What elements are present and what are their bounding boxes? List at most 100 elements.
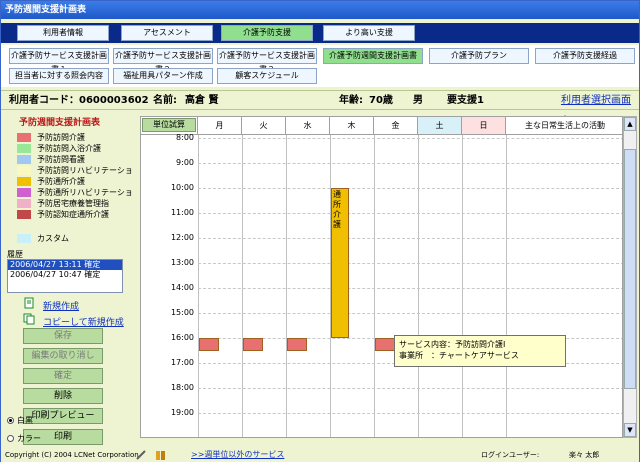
nav-care-support[interactable]: 介護予防支援 bbox=[221, 25, 313, 41]
time-label: 18:00 bbox=[170, 383, 194, 392]
tab-inquiry[interactable]: 担当者に対する照会内容 bbox=[9, 68, 109, 84]
save-button[interactable]: 保存 bbox=[23, 328, 103, 344]
copy-new-link[interactable]: コピーして新規作成 bbox=[43, 315, 124, 328]
legend-item: 予防訪問リハビリテーション bbox=[17, 166, 134, 185]
document-icon bbox=[24, 297, 34, 309]
tab-service-plan-2[interactable]: 介護予防サービス支援計画書２ bbox=[113, 48, 213, 74]
pencil-icon[interactable] bbox=[135, 449, 147, 461]
vertical-scrollbar[interactable]: ▲ ▼ bbox=[623, 116, 637, 438]
radio-color-indicator bbox=[7, 435, 14, 442]
time-gridline bbox=[198, 138, 622, 139]
schedule-event[interactable] bbox=[375, 338, 395, 351]
radio-color-label: カラー bbox=[17, 434, 41, 443]
day-header-wed: 水 bbox=[286, 117, 330, 135]
login-user-name: 楽々 太郎 bbox=[569, 451, 600, 459]
legend-item: 予防訪問看護 bbox=[17, 155, 85, 165]
grid-column-line bbox=[242, 135, 243, 437]
print-preview-button[interactable]: 印刷プレビュー bbox=[23, 408, 103, 424]
time-gridline bbox=[198, 288, 622, 289]
new-plan-link[interactable]: 新規作成 bbox=[43, 299, 79, 312]
panel-title: 予防週間支援計画表 bbox=[19, 118, 101, 128]
legend-label: 予防認知症通所介護 bbox=[37, 210, 109, 219]
tab-service-plan-3[interactable]: 介護予防サービス支援計画書３ bbox=[217, 48, 317, 74]
time-gridline bbox=[198, 238, 622, 239]
legend-item: 予防訪問介護 bbox=[17, 133, 85, 143]
legend-swatch bbox=[17, 177, 31, 186]
other-services-link[interactable]: >>週単位以外のサービス bbox=[191, 448, 284, 462]
user-name-label: 名前: bbox=[153, 95, 177, 106]
history-list[interactable]: 2006/04/27 13:11 確定 2006/04/27 10:47 確定 bbox=[7, 259, 123, 293]
legend-item: 予防居宅療養管理指 bbox=[17, 199, 109, 209]
time-gridline bbox=[198, 213, 622, 214]
radio-mono-label: 白黒 bbox=[17, 416, 33, 425]
unit-calc-button[interactable]: 単位試算 bbox=[142, 118, 196, 132]
time-label: 13:00 bbox=[170, 258, 194, 267]
legend-item: 予防通所リハビリテーション bbox=[17, 188, 134, 207]
left-panel: 予防週間支援計画表 予防訪問介護 予防訪問入浴介護 予防訪問看護 予防訪問リハビ… bbox=[1, 111, 134, 451]
user-care-level: 要支援1 bbox=[447, 95, 484, 106]
tab-care-plan[interactable]: 介護予防プラン bbox=[429, 48, 529, 64]
legend-swatch bbox=[17, 199, 31, 208]
time-gridline bbox=[198, 263, 622, 264]
grid-column-line bbox=[374, 135, 375, 437]
schedule-event[interactable] bbox=[199, 338, 219, 351]
delete-button[interactable]: 削除 bbox=[23, 388, 103, 404]
user-age-label: 年齢: bbox=[339, 95, 363, 106]
tab-welfare-equipment[interactable]: 福祉用具パターン作成 bbox=[113, 68, 213, 84]
radio-mono-indicator bbox=[7, 417, 14, 424]
legend-item-custom: カスタム bbox=[17, 234, 69, 244]
tab-support-progress[interactable]: 介護予防支援経過 bbox=[535, 48, 635, 64]
scroll-thumb[interactable] bbox=[624, 149, 636, 389]
schedule-grid: 単位試算 月 火 水 木 金 土 日 主な日常生活上の活動 8:00 9:00 10… bbox=[140, 116, 623, 438]
legend-swatch bbox=[17, 133, 31, 142]
day-header-tue: 火 bbox=[242, 117, 286, 135]
nav-assessment[interactable]: アセスメント bbox=[121, 25, 213, 41]
legend-item: 予防認知症通所介護 bbox=[17, 210, 109, 220]
day-header-mon: 月 bbox=[198, 117, 242, 135]
legend-label: 予防居宅療養管理指 bbox=[37, 199, 109, 208]
scroll-down-icon[interactable]: ▼ bbox=[624, 423, 636, 437]
tooltip-line: 事業所 ：チャートケアサービス bbox=[399, 351, 519, 360]
legend-label: 予防訪問入浴介護 bbox=[37, 144, 101, 153]
copy-icon bbox=[23, 313, 35, 325]
schedule-event[interactable] bbox=[243, 338, 263, 351]
radio-color[interactable]: カラー bbox=[7, 433, 41, 444]
schedule-event[interactable] bbox=[287, 338, 307, 351]
service-tooltip: サービス内容：予防訪問介護Ⅰ 事業所 ：チャートケアサービス bbox=[394, 335, 566, 367]
radio-mono[interactable]: 白黒 bbox=[7, 415, 33, 426]
time-gridline bbox=[198, 313, 622, 314]
grid-column-line bbox=[198, 135, 199, 437]
day-header-sat: 土 bbox=[418, 117, 462, 135]
time-label: 17:00 bbox=[170, 358, 194, 367]
history-item[interactable]: 2006/04/27 10:47 確定 bbox=[8, 270, 122, 280]
login-user-label: ログインユーザー: bbox=[481, 451, 540, 459]
tab-weekly-plan[interactable]: 介護予防週間支援計画書 bbox=[323, 48, 423, 64]
time-label: 11:00 bbox=[170, 208, 194, 217]
tab-service-plan-1[interactable]: 介護予防サービス支援計画書１ bbox=[9, 48, 109, 74]
day-header-sun: 日 bbox=[462, 117, 506, 135]
time-label: 8:00 bbox=[176, 133, 194, 142]
history-item[interactable]: 2006/04/27 13:11 確定 bbox=[8, 260, 122, 270]
time-label: 10:00 bbox=[170, 183, 194, 192]
nav-user-info[interactable]: 利用者情報 bbox=[17, 25, 109, 41]
time-label: 12:00 bbox=[170, 233, 194, 242]
tooltip-line: サービス内容：予防訪問介護Ⅰ bbox=[399, 340, 506, 349]
scroll-up-icon[interactable]: ▲ bbox=[624, 117, 636, 131]
user-code-label: 利用者コード： bbox=[9, 95, 79, 106]
confirm-button[interactable]: 確定 bbox=[23, 368, 103, 384]
grid-column-line bbox=[286, 135, 287, 437]
user-age: 70歳 bbox=[369, 95, 393, 106]
application-window: 予防週間支援計画表 利用者情報 アセスメント 介護予防支援 より高い支援 介護予… bbox=[0, 0, 640, 462]
undo-edit-button[interactable]: 編集の取り消し bbox=[23, 348, 103, 364]
status-bar: Copyright (C) 2004 LCNet Corporation >>週… bbox=[1, 448, 639, 462]
user-sex: 男 bbox=[413, 95, 423, 106]
day-header-fri: 金 bbox=[374, 117, 418, 135]
nav-higher-support[interactable]: より高い支援 bbox=[323, 25, 415, 41]
day-column-bg bbox=[419, 135, 462, 437]
schedule-event[interactable]: 通所介護 bbox=[331, 188, 349, 338]
legend-swatch bbox=[17, 188, 31, 197]
book-icon[interactable] bbox=[155, 449, 167, 461]
day-header-thu: 木 bbox=[330, 117, 374, 135]
tab-customer-schedule[interactable]: 顧客スケジュール bbox=[217, 68, 317, 84]
window-title: 予防週間支援計画表 bbox=[1, 1, 639, 19]
